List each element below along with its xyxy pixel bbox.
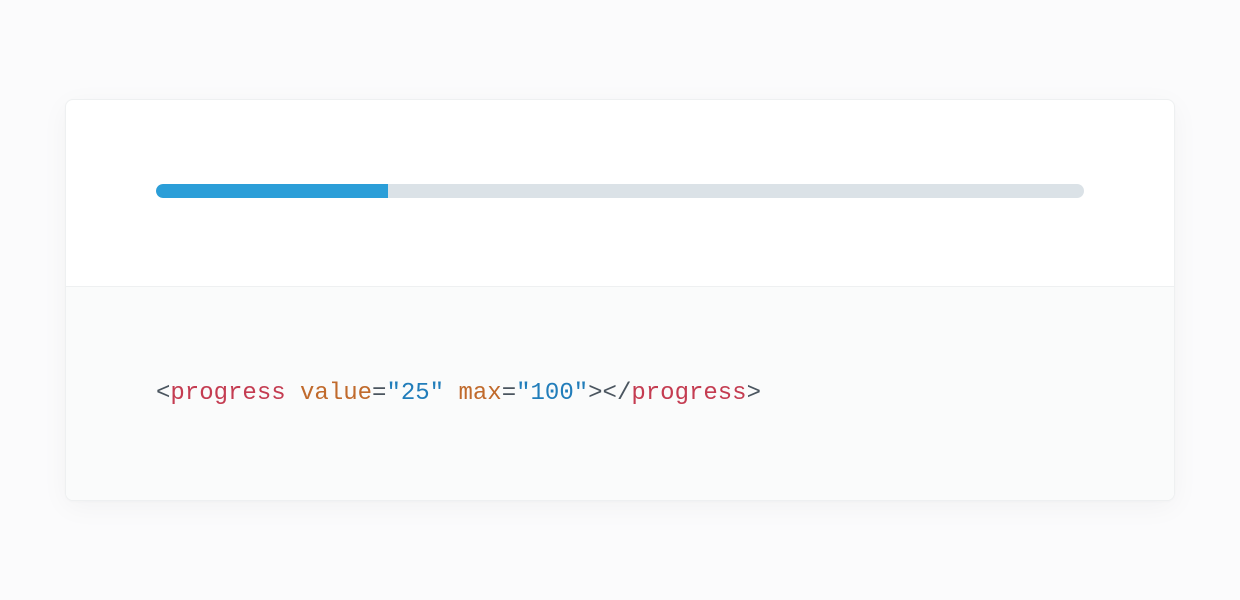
code-token-eq: = xyxy=(502,380,516,407)
code-token-space xyxy=(286,380,300,407)
code-token-angle: > xyxy=(747,380,761,407)
code-token-quote: " xyxy=(386,380,400,407)
code-token-tag: progress xyxy=(631,380,746,407)
code-snippet: <progress value="25" max="100"></progres… xyxy=(156,377,1084,411)
code-pane: <progress value="25" max="100"></progres… xyxy=(66,286,1174,501)
code-token-value: 100 xyxy=(531,380,574,407)
progress-bar-fill xyxy=(156,184,388,198)
preview-pane xyxy=(66,100,1174,286)
code-token-attr: max xyxy=(458,380,501,407)
code-token-quote: " xyxy=(516,380,530,407)
progress-bar[interactable] xyxy=(156,184,1084,198)
example-card: <progress value="25" max="100"></progres… xyxy=(65,99,1175,502)
code-token-tag: progress xyxy=(170,380,285,407)
code-token-eq: = xyxy=(372,380,386,407)
code-token-space xyxy=(444,380,458,407)
code-token-angle: </ xyxy=(603,380,632,407)
code-token-value: 25 xyxy=(401,380,430,407)
code-token-attr: value xyxy=(300,380,372,407)
code-token-angle: < xyxy=(156,380,170,407)
code-token-quote: " xyxy=(430,380,444,407)
code-token-quote: " xyxy=(574,380,588,407)
code-token-angle: > xyxy=(588,380,602,407)
